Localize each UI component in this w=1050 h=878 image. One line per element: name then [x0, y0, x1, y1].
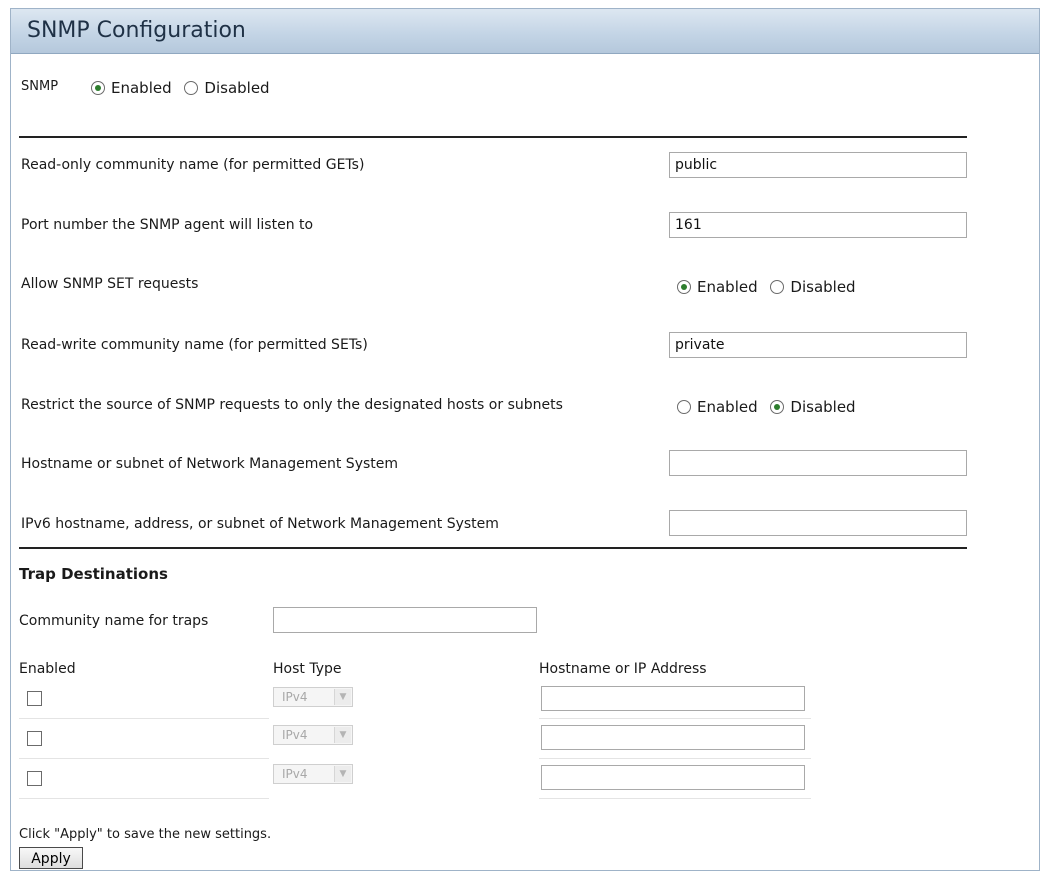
- nms-ipv6-label: IPv6 hostname, address, or subnet of Net…: [21, 516, 499, 532]
- title-bar: SNMP Configuration: [11, 9, 1039, 54]
- trap-row-2-address-input[interactable]: [541, 725, 805, 750]
- snmp-disabled-option[interactable]: Disabled: [184, 79, 270, 97]
- allow-set-disabled-radio[interactable]: [770, 280, 785, 294]
- snmp-enabled-radio[interactable]: [91, 81, 105, 95]
- trap-row-1-host-type-value: IPv4: [282, 690, 308, 704]
- read-write-community-label: Read-write community name (for permitted…: [21, 337, 368, 353]
- chevron-down-icon: ▼: [334, 766, 351, 782]
- allow-set-disabled-option[interactable]: Disabled: [770, 278, 856, 296]
- trap-row-3-separator: [19, 798, 269, 799]
- restrict-source-enabled-radio[interactable]: [677, 400, 691, 414]
- allow-set-enabled-radio[interactable]: [677, 280, 691, 294]
- snmp-radio-group: Enabled Disabled: [91, 79, 278, 97]
- address-column-header: Hostname or IP Address: [539, 661, 707, 677]
- enabled-column-header: Enabled: [19, 661, 76, 677]
- trap-row-2-separator-right: [539, 758, 811, 759]
- apply-hint-text: Click "Apply" to save the new settings.: [19, 827, 272, 842]
- section-divider-traps: [19, 547, 967, 549]
- trap-row-3-host-type-select[interactable]: IPv4 ▼: [273, 764, 353, 784]
- trap-community-input[interactable]: [273, 607, 537, 633]
- nms-hostname-input[interactable]: [669, 450, 967, 476]
- trap-community-label: Community name for traps: [19, 613, 209, 629]
- trap-row-1-enabled-checkbox[interactable]: [27, 691, 42, 706]
- restrict-source-disabled-label: Disabled: [790, 398, 856, 416]
- trap-row-1-separator: [19, 718, 269, 719]
- allow-set-label: Allow SNMP SET requests: [21, 276, 199, 292]
- snmp-config-panel: SNMP Configuration SNMP Enabled Disabled…: [10, 8, 1040, 871]
- nms-ipv6-input[interactable]: [669, 510, 967, 536]
- allow-set-enabled-option[interactable]: Enabled: [677, 278, 758, 296]
- snmp-disabled-radio[interactable]: [184, 81, 199, 95]
- allow-set-radio-group: Enabled Disabled: [677, 278, 864, 296]
- read-only-community-input[interactable]: [669, 152, 967, 178]
- restrict-source-disabled-radio[interactable]: [770, 400, 785, 414]
- restrict-source-disabled-option[interactable]: Disabled: [770, 398, 856, 416]
- snmp-enabled-label: Enabled: [111, 79, 172, 97]
- trap-row-2-host-type-select[interactable]: IPv4 ▼: [273, 725, 353, 745]
- section-divider-top: [19, 136, 967, 138]
- restrict-source-enabled-option[interactable]: Enabled: [677, 398, 758, 416]
- nms-hostname-label: Hostname or subnet of Network Management…: [21, 456, 399, 472]
- trap-row-3-enabled-checkbox[interactable]: [27, 771, 42, 786]
- read-only-community-label: Read-only community name (for permitted …: [21, 157, 365, 173]
- snmp-disabled-label: Disabled: [204, 79, 270, 97]
- trap-destinations-title: Trap Destinations: [19, 565, 168, 583]
- trap-row-1-address-input[interactable]: [541, 686, 805, 711]
- trap-row-2-separator: [19, 758, 269, 759]
- allow-set-enabled-label: Enabled: [697, 278, 758, 296]
- restrict-source-radio-group: Enabled Disabled: [677, 398, 864, 416]
- allow-set-disabled-label: Disabled: [790, 278, 856, 296]
- trap-row-1-separator-right: [539, 718, 811, 719]
- snmp-enabled-option[interactable]: Enabled: [91, 79, 172, 97]
- chevron-down-icon: ▼: [334, 689, 351, 705]
- trap-row-3-address-input[interactable]: [541, 765, 805, 790]
- chevron-down-icon: ▼: [334, 727, 351, 743]
- trap-row-3-host-type-value: IPv4: [282, 767, 308, 781]
- restrict-source-label: Restrict the source of SNMP requests to …: [21, 397, 563, 413]
- apply-button[interactable]: Apply: [19, 847, 83, 869]
- host-type-column-header: Host Type: [273, 661, 342, 677]
- read-write-community-input[interactable]: [669, 332, 967, 358]
- snmp-label: SNMP: [21, 79, 59, 94]
- port-label: Port number the SNMP agent will listen t…: [21, 217, 314, 233]
- trap-row-2-enabled-checkbox[interactable]: [27, 731, 42, 746]
- trap-row-2-host-type-value: IPv4: [282, 728, 308, 742]
- page-title: SNMP Configuration: [27, 18, 246, 43]
- trap-row-1-host-type-select[interactable]: IPv4 ▼: [273, 687, 353, 707]
- trap-row-3-separator-right: [539, 798, 811, 799]
- port-input[interactable]: [669, 212, 967, 238]
- restrict-source-enabled-label: Enabled: [697, 398, 758, 416]
